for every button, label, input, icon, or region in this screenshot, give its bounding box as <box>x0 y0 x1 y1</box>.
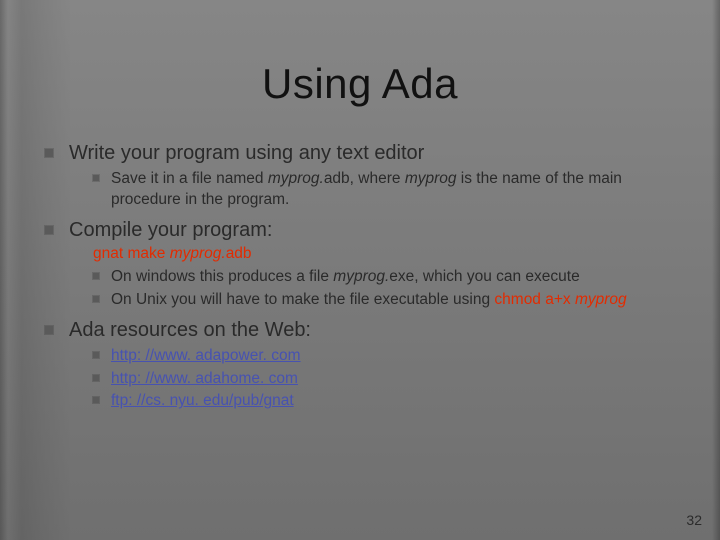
slide: Using Ada Write your program using any t… <box>0 0 720 540</box>
square-bullet-icon <box>93 296 99 302</box>
point-write-heading: Write your program using any text editor <box>69 142 424 164</box>
point-compile-heading: Compile your program: <box>69 219 272 241</box>
text: adb, where <box>324 170 405 187</box>
compile-sub-unix: On Unix you will have to make the file e… <box>93 290 680 311</box>
point-write-sub: Save it in a file named myprog.adb, wher… <box>93 169 680 211</box>
square-bullet-icon <box>45 326 53 334</box>
point-resources: Ada resources on the Web: http: //www. a… <box>45 317 680 413</box>
text: exe, which you can execute <box>389 268 579 285</box>
link-nyu-ftp[interactable]: ftp: //cs. nyu. edu/pub/gnat <box>111 392 294 409</box>
square-bullet-icon <box>93 352 99 358</box>
text: On Unix you will have to make the file e… <box>111 291 494 308</box>
link-adahome[interactable]: http: //www. adahome. com <box>111 370 298 387</box>
square-bullet-icon <box>93 375 99 381</box>
point-compile: Compile your program: gnat make myprog.a… <box>45 217 680 311</box>
filename: myprog. <box>333 268 389 285</box>
square-bullet-icon <box>93 273 99 279</box>
point-resources-heading: Ada resources on the Web: <box>69 319 311 341</box>
cmd-text: myprog. <box>170 245 226 262</box>
compile-command: gnat make myprog.adb <box>93 244 680 265</box>
square-bullet-icon <box>45 149 53 157</box>
cmd-text: myprog <box>575 291 627 308</box>
square-bullet-icon <box>93 175 99 181</box>
square-bullet-icon <box>45 226 53 234</box>
slide-title: Using Ada <box>0 60 720 108</box>
cmd-text: chmod a+x <box>494 291 575 308</box>
text: On windows this produces a file <box>111 268 333 285</box>
cmd-text: gnat make <box>93 245 170 262</box>
slide-body: Write your program using any text editor… <box>45 140 680 418</box>
text: Save it in a file named <box>111 170 268 187</box>
cmd-text: adb <box>226 245 252 262</box>
compile-sub-windows: On windows this produces a file myprog.e… <box>93 267 680 288</box>
resource-link-item: ftp: //cs. nyu. edu/pub/gnat <box>93 391 680 412</box>
filename: myprog. <box>268 170 324 187</box>
filename: myprog <box>405 170 457 187</box>
resource-link-item: http: //www. adapower. com <box>93 346 680 367</box>
link-adapower[interactable]: http: //www. adapower. com <box>111 347 301 364</box>
point-write: Write your program using any text editor… <box>45 140 680 211</box>
square-bullet-icon <box>93 397 99 403</box>
resource-link-item: http: //www. adahome. com <box>93 369 680 390</box>
page-number: 32 <box>686 512 702 528</box>
